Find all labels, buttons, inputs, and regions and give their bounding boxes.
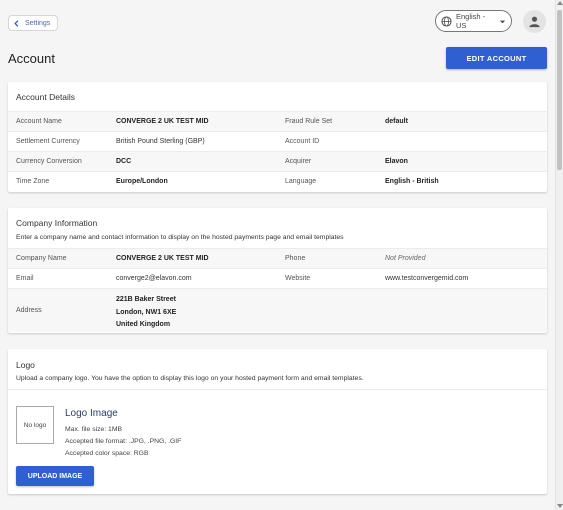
account-details-card: Account Details Account Name CONVERGE 2 … xyxy=(8,82,547,192)
page-title: Account xyxy=(8,51,55,66)
table-row: Time Zone Europe/London Language English… xyxy=(8,171,547,191)
account-details-table: Account Name CONVERGE 2 UK TEST MID Frau… xyxy=(8,111,547,191)
table-row: Address 221B Baker Street London, NW1 6X… xyxy=(8,288,547,332)
currency-conversion-label: Currency Conversion xyxy=(16,158,82,165)
logo-card: Logo Upload a company logo. You have the… xyxy=(8,349,547,494)
company-info-title: Company Information xyxy=(16,218,98,228)
email-label: Email xyxy=(16,275,34,282)
table-row: Company Name CONVERGE 2 UK TEST MID Phon… xyxy=(8,248,547,268)
edit-account-button[interactable]: EDIT ACCOUNT xyxy=(446,47,547,69)
divider xyxy=(8,389,547,390)
scroll-up-arrow-icon[interactable] xyxy=(557,1,563,5)
language-selector[interactable]: English - US xyxy=(435,10,512,32)
scroll-thumb[interactable] xyxy=(557,10,562,170)
scroll-down-arrow-icon[interactable] xyxy=(557,504,563,508)
logo-title: Logo xyxy=(16,360,35,370)
address-line: 221B Baker Street xyxy=(116,296,176,303)
scrollbar[interactable] xyxy=(555,0,563,510)
logo-spec-format: Accepted file format: .JPG, .PNG, .GIF xyxy=(65,438,182,445)
logo-placeholder: No logo xyxy=(16,406,54,444)
logo-spec-color-space: Accepted color space: RGB xyxy=(65,450,149,457)
phone-value: Not Provided xyxy=(385,255,426,262)
company-name-value: CONVERGE 2 UK TEST MID xyxy=(116,255,209,262)
table-row: Email converge2@elavon.com Website www.t… xyxy=(8,268,547,288)
language-value: English - British xyxy=(385,178,439,185)
phone-label: Phone xyxy=(285,255,306,262)
settlement-currency-label: Settlement Currency xyxy=(16,138,80,145)
address-line: United Kingdom xyxy=(116,321,171,328)
account-name-value: CONVERGE 2 UK TEST MID xyxy=(116,118,209,125)
address-value: 221B Baker Street London, NW1 6XE United… xyxy=(116,294,176,332)
account-name-label: Account Name xyxy=(16,118,62,125)
globe-icon xyxy=(441,15,452,27)
table-row: Settlement Currency British Pound Sterli… xyxy=(8,131,547,151)
company-info-table: Company Name CONVERGE 2 UK TEST MID Phon… xyxy=(8,248,547,332)
chevron-left-icon xyxy=(14,19,19,27)
logo-image-heading: Logo Image xyxy=(65,408,118,419)
time-zone-value: Europe/London xyxy=(116,178,168,185)
acquirer-label: Acquirer xyxy=(285,158,312,165)
caret-down-icon xyxy=(499,20,506,23)
address-line: London, NW1 6XE xyxy=(116,308,177,316)
back-to-settings-button[interactable]: Settings xyxy=(8,15,59,31)
company-info-card: Company Information Enter a company name… xyxy=(8,208,547,333)
email-value: converge2@elavon.com xyxy=(116,275,192,282)
currency-conversion-value: DCC xyxy=(116,158,132,165)
website-label: Website xyxy=(285,275,311,282)
acquirer-value: Elavon xyxy=(385,158,408,165)
table-row: Currency Conversion DCC Acquirer Elavon xyxy=(8,151,547,171)
settlement-currency-value: British Pound Sterling (GBP) xyxy=(116,138,205,145)
user-avatar-button[interactable] xyxy=(523,10,546,33)
fraud-rule-set-label: Fraud Rule Set xyxy=(285,118,333,125)
account-details-title: Account Details xyxy=(16,92,76,102)
address-label: Address xyxy=(16,307,42,314)
website-value: www.testconvergemid.com xyxy=(385,275,469,282)
table-row: Account Name CONVERGE 2 UK TEST MID Frau… xyxy=(8,111,547,131)
logo-spec-max-size: Max. file size: 1MB xyxy=(65,426,123,433)
time-zone-label: Time Zone xyxy=(16,178,50,185)
upload-image-button[interactable]: UPLOAD IMAGE xyxy=(16,466,94,486)
company-name-label: Company Name xyxy=(16,255,67,262)
logo-specs: Max. file size: 1MB Accepted file format… xyxy=(65,424,181,460)
language-label: Language xyxy=(285,178,317,185)
fraud-rule-set-value: default xyxy=(385,118,408,125)
logo-description: Upload a company logo. You have the opti… xyxy=(16,375,364,382)
account-page: Settings English - US Account EDIT ACCOU… xyxy=(0,0,555,510)
company-info-description: Enter a company name and contact informa… xyxy=(16,234,344,241)
language-value: English - US xyxy=(456,12,486,30)
account-id-label: Account ID xyxy=(285,138,320,145)
back-label: Settings xyxy=(25,19,51,27)
person-icon xyxy=(529,16,540,28)
